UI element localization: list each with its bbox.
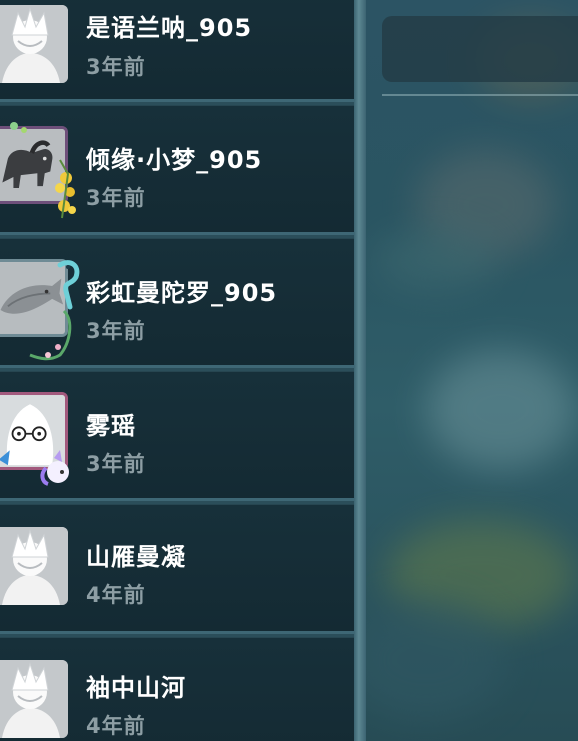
friend-name: 倾缘·小梦_905 xyxy=(86,146,263,174)
ghost-avatar-icon[interactable] xyxy=(0,392,68,470)
friend-name: 山雁曼凝 xyxy=(86,543,186,571)
detail-panel-header xyxy=(382,16,578,82)
last-seen-time: 4年前 xyxy=(86,583,146,607)
last-seen-time: 3年前 xyxy=(86,452,146,476)
friend-row[interactable]: 倾缘·小梦_905 3年前 xyxy=(0,105,354,235)
friend-row[interactable]: 雾瑶 3年前 xyxy=(0,371,354,501)
last-seen-time: 4年前 xyxy=(86,714,146,738)
default-avatar-icon[interactable] xyxy=(0,660,68,738)
friend-name: 雾瑶 xyxy=(86,412,136,440)
list-scrollbar[interactable] xyxy=(354,0,366,741)
background-game-scene xyxy=(356,0,578,741)
last-seen-time: 3年前 xyxy=(86,186,146,210)
default-avatar-icon[interactable] xyxy=(0,5,68,83)
default-avatar-icon[interactable] xyxy=(0,527,68,605)
friend-row[interactable]: 是语兰呐_905 3年前 xyxy=(0,0,354,102)
friend-row[interactable]: 袖中山河 4年前 xyxy=(0,637,354,741)
friend-row[interactable]: 山雁曼凝 4年前 xyxy=(0,504,354,634)
fish-avatar-icon[interactable] xyxy=(0,259,68,337)
friend-name: 是语兰呐_905 xyxy=(86,14,253,42)
friend-list[interactable]: 是语兰呐_905 3年前 倾缘·小梦_905 3年前 彩虹曼陀罗_905 3年前… xyxy=(0,0,354,741)
friend-row[interactable]: 彩虹曼陀罗_905 3年前 xyxy=(0,238,354,368)
friend-name: 袖中山河 xyxy=(86,674,186,702)
horse-avatar-icon[interactable] xyxy=(0,126,68,204)
last-seen-time: 3年前 xyxy=(86,55,146,79)
detail-panel-divider xyxy=(382,94,578,96)
last-seen-time: 3年前 xyxy=(86,319,146,343)
friend-name: 彩虹曼陀罗_905 xyxy=(86,279,278,307)
